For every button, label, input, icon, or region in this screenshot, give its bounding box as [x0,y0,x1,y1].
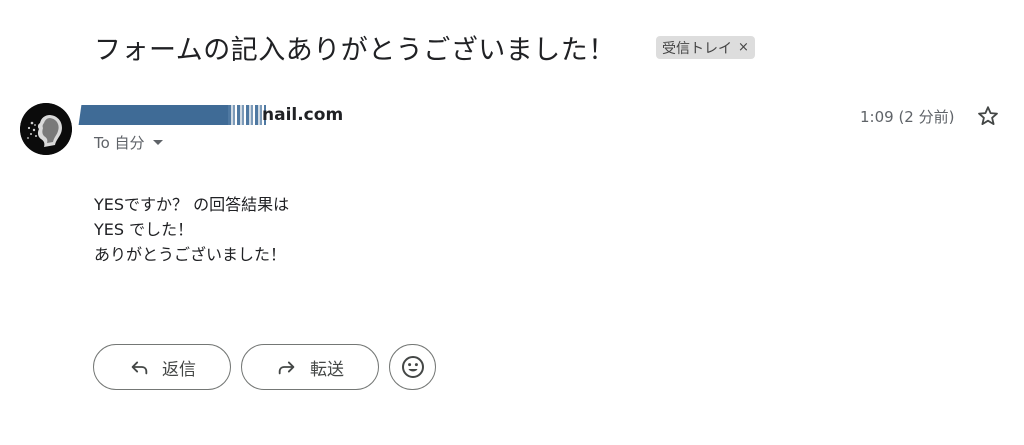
received-time: 1:09 (2 分前) [860,108,955,126]
emoji-reaction-button[interactable] [389,344,436,390]
sender-name-redacted [78,105,232,125]
body-line: ありがとうございました！ [94,245,287,264]
recipient-text: To 自分 [94,134,145,152]
reply-arrow-icon [131,361,148,375]
reply-label: 返信 [162,359,196,380]
body-line: YES でした！ [94,220,194,239]
emoji-smile-icon [401,356,424,378]
caret-down-icon [152,140,163,145]
reply-button[interactable]: 返信 [93,344,231,390]
avatar[interactable] [20,103,72,155]
forward-arrow-icon [278,361,295,375]
avatar-image [20,103,72,155]
email-body: YESですか？ の回答結果は YES でした！ ありがとうございました！ [94,192,289,267]
sender-address-domain[interactable]: nail.com [262,105,343,125]
forward-button[interactable]: 転送 [241,344,379,390]
recipient-details-toggle[interactable]: To 自分 [94,132,163,153]
star-icon[interactable] [976,104,1000,128]
remove-label-icon[interactable]: × [738,40,749,55]
email-subject: フォームの記入ありがとうございました！ [94,35,616,66]
sender-address-pixelated [228,105,266,125]
forward-label: 転送 [310,359,344,380]
inbox-label-text: 受信トレイ [662,40,732,57]
inbox-label-chip[interactable]: 受信トレイ × [656,36,755,59]
body-line: YESですか？ の回答結果は [94,195,290,214]
